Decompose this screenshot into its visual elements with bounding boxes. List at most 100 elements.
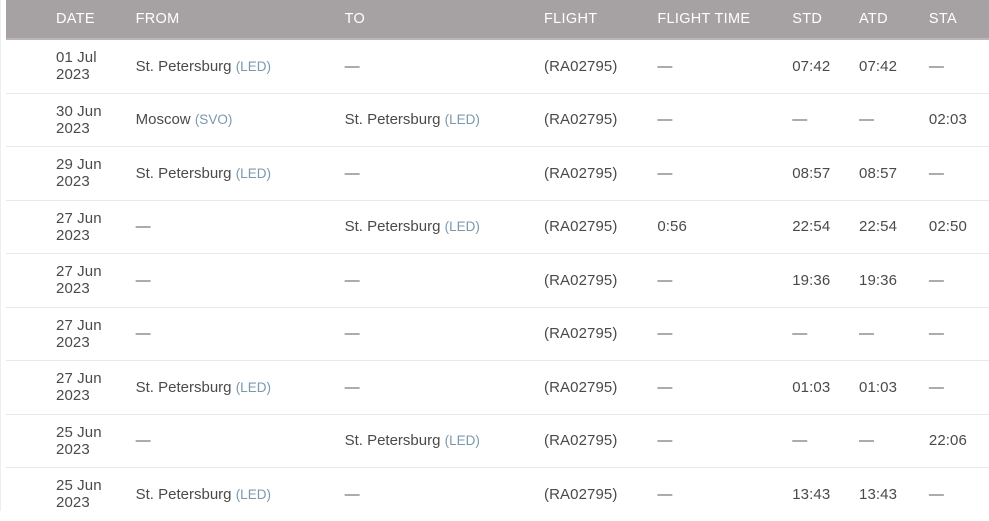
flight-date: 25 Jun 2023 — [56, 423, 102, 458]
table-row[interactable]: 25 Jun 2023 St. Petersburg (LED) — (RA02795… — [6, 467, 989, 521]
column-header-date[interactable]: DATE — [6, 0, 123, 39]
cell-atd: — — [851, 413, 919, 468]
column-header-sta[interactable]: STA — [918, 0, 989, 39]
flight-date: 27 Jun 2023 — [56, 209, 102, 244]
table-row[interactable]: 27 Jun 2023 — — (RA02795) — 19:36 19:36 — — [6, 253, 989, 307]
flight-time-value: — — [657, 485, 673, 503]
table-row[interactable]: 27 Jun 2023 — St. Petersburg (LED) (RA02795… — [6, 199, 989, 254]
cell-date: 01 Jul 2023 — [6, 39, 123, 93]
cell-sta: 22:06 — [918, 413, 989, 468]
sta-value: — — [928, 57, 944, 75]
column-header-std[interactable]: STD — [784, 0, 852, 39]
cell-atd: — — [851, 306, 919, 361]
std-value: — — [792, 111, 808, 129]
atd-value: 22:54 — [859, 218, 898, 236]
from-airport-code[interactable]: (LED) — [236, 380, 271, 395]
cell-to: — — [332, 306, 535, 361]
flight-time-value: — — [657, 432, 673, 450]
flight-history-page: DATE FROM TO FLIGHT FLIGHT TIME STD ATD … — [0, 0, 989, 521]
flight-date: 25 Jun 2023 — [56, 477, 102, 512]
cell-flight-time: — — [645, 413, 785, 468]
table-row[interactable]: 30 Jun 2023 Moscow (SVO) St. Petersburg (L… — [6, 92, 989, 147]
cell-to: St. Petersburg (LED) — [332, 413, 535, 468]
table-row[interactable]: 25 Jun 2023 — St. Petersburg (LED) (RA02795… — [6, 413, 989, 468]
cell-sta: — — [918, 39, 989, 93]
flight-number: (RA02795) — [544, 325, 618, 343]
cell-from: — — [122, 413, 333, 468]
sta-value: 22:06 — [928, 432, 967, 450]
from-airport-code[interactable]: (SVO) — [195, 112, 233, 127]
column-header-flight[interactable]: FLIGHT — [534, 0, 646, 39]
cell-std: 19:36 — [784, 253, 852, 307]
from-city: St. Petersburg — [135, 485, 232, 503]
cell-date: 27 Jun 2023 — [6, 360, 123, 414]
from-airport-code[interactable]: (LED) — [236, 487, 271, 502]
flight-date: 01 Jul 2023 — [56, 49, 97, 84]
table-body: 01 Jul 2023 St. Petersburg (LED) — (RA02795… — [6, 39, 989, 521]
flight-date: 27 Jun 2023 — [56, 316, 102, 351]
from-city: St. Petersburg — [135, 378, 232, 396]
cell-from: — — [122, 253, 333, 307]
column-header-to[interactable]: TO — [332, 0, 535, 39]
to-empty: — — [344, 378, 360, 396]
column-header-flight-time[interactable]: FLIGHT TIME — [645, 0, 785, 39]
table-row[interactable]: 27 Jun 2023 — — (RA02795) — — — — — [6, 306, 989, 361]
to-empty: — — [344, 485, 360, 503]
table-row[interactable]: 27 Jun 2023 St. Petersburg (LED) — (RA02795… — [6, 360, 989, 414]
sta-value: — — [928, 271, 944, 289]
flight-time-value: — — [657, 164, 673, 182]
cell-to: St. Petersburg (LED) — [332, 92, 535, 147]
cell-sta: 02:50 — [918, 199, 989, 254]
to-empty: — — [344, 57, 360, 75]
sta-value: — — [928, 325, 944, 343]
cell-std: 01:03 — [784, 360, 852, 414]
flight-number: (RA02795) — [544, 111, 618, 129]
cell-from: St. Petersburg (LED) — [122, 146, 333, 200]
std-value: 22:54 — [792, 218, 831, 236]
sta-value: 02:50 — [928, 218, 967, 236]
flight-history-table: DATE FROM TO FLIGHT FLIGHT TIME STD ATD … — [6, 0, 989, 521]
column-header-from[interactable]: FROM — [122, 0, 333, 39]
cell-to: — — [332, 360, 535, 414]
column-header-atd[interactable]: ATD — [851, 0, 919, 39]
cell-date: 25 Jun 2023 — [6, 413, 123, 468]
std-value: 01:03 — [792, 378, 831, 396]
cell-flight: (RA02795) — [534, 39, 646, 93]
cell-flight: (RA02795) — [534, 413, 646, 468]
table-row[interactable]: 01 Jul 2023 St. Petersburg (LED) — (RA02795… — [6, 39, 989, 93]
to-airport-code[interactable]: (LED) — [445, 219, 480, 234]
to-airport-code[interactable]: (LED) — [445, 433, 480, 448]
cell-std: 07:42 — [784, 39, 852, 93]
cell-std: — — [784, 413, 852, 468]
flight-time-value: — — [657, 271, 673, 289]
flight-number: (RA02795) — [544, 164, 618, 182]
cell-flight-time: — — [645, 253, 785, 307]
cell-to: — — [332, 467, 535, 521]
sta-value: — — [928, 378, 944, 396]
cell-atd: — — [851, 92, 919, 147]
cell-flight: (RA02795) — [534, 92, 646, 147]
std-value: 07:42 — [792, 57, 831, 75]
cell-flight-time: — — [645, 92, 785, 147]
from-city: St. Petersburg — [135, 164, 232, 182]
atd-value: — — [859, 432, 875, 450]
from-airport-code[interactable]: (LED) — [236, 166, 271, 181]
std-value: — — [792, 325, 808, 343]
from-empty: — — [135, 432, 151, 450]
cell-std: 22:54 — [784, 199, 852, 254]
cell-atd: 08:57 — [851, 146, 919, 200]
from-airport-code[interactable]: (LED) — [236, 59, 271, 74]
cell-sta: — — [918, 467, 989, 521]
flight-date: 27 Jun 2023 — [56, 370, 102, 405]
flight-number: (RA02795) — [544, 57, 618, 75]
cell-sta: 02:03 — [918, 92, 989, 147]
to-airport-code[interactable]: (LED) — [445, 112, 480, 127]
cell-date: 27 Jun 2023 — [6, 306, 123, 361]
flight-date: 27 Jun 2023 — [56, 263, 102, 298]
cell-flight-time: — — [645, 306, 785, 361]
cell-std: — — [784, 306, 852, 361]
from-city: St. Petersburg — [135, 57, 232, 75]
cell-flight-time: — — [645, 360, 785, 414]
table-row[interactable]: 29 Jun 2023 St. Petersburg (LED) — (RA02795… — [6, 146, 989, 200]
std-value: — — [792, 432, 808, 450]
